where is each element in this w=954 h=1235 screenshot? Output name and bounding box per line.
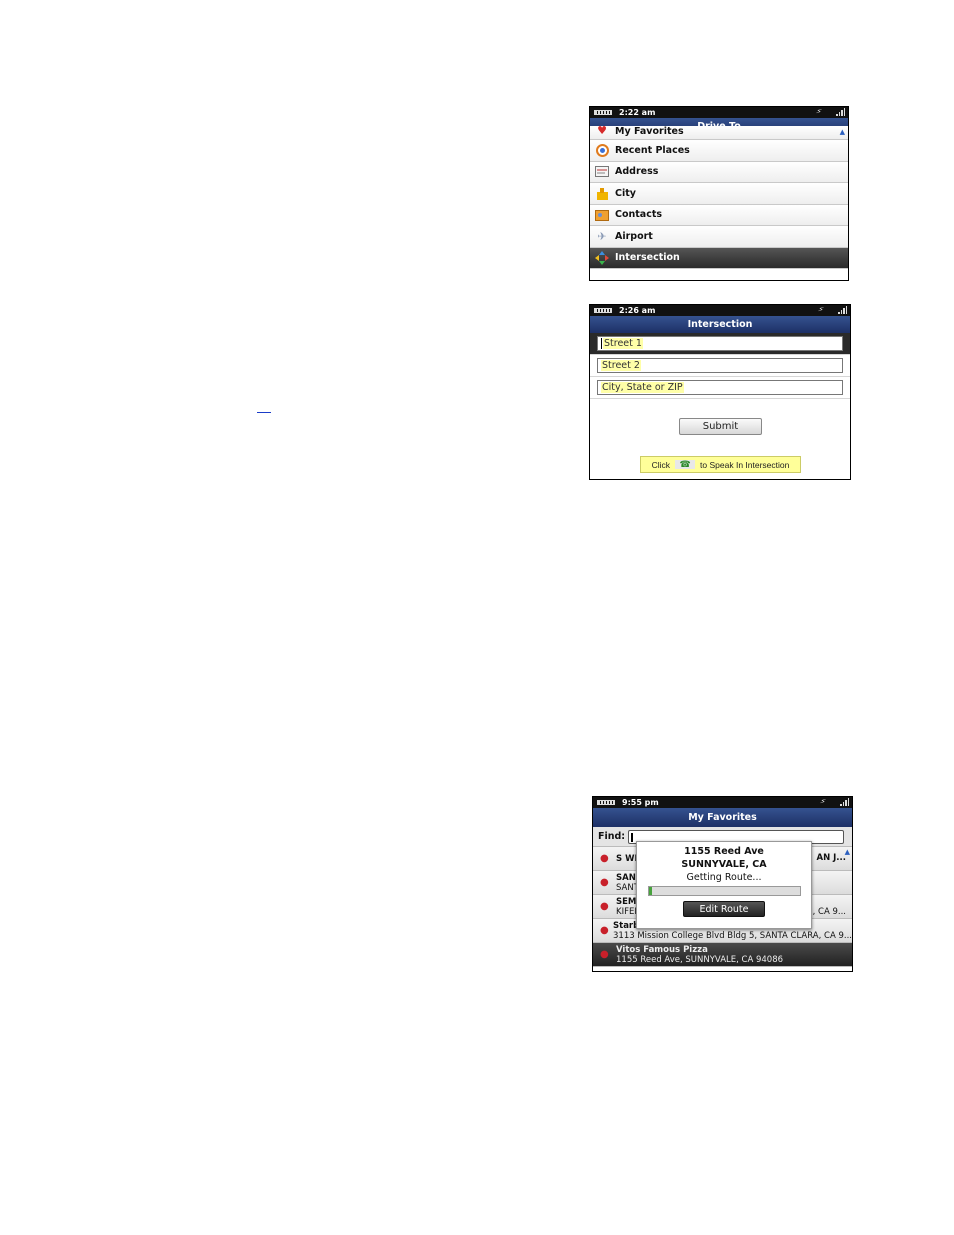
data-activity-icon: ⚡ [815, 106, 824, 117]
my-favorites-screenshot: 9:55 pm ⚡ My Favorites Find: ● S WI AN J… [592, 796, 853, 972]
menu-item-my-favorites[interactable]: ♥ My Favorites [590, 124, 848, 140]
page-title: My Favorites [593, 808, 852, 827]
battery-icon [594, 110, 612, 115]
street-2-row: Street 2 [590, 355, 850, 377]
page-title: Intersection [590, 316, 850, 333]
favorite-pin-icon: ● [600, 925, 609, 936]
contacts-icon [595, 208, 609, 221]
menu-item-contacts[interactable]: Contacts [590, 204, 848, 226]
signal-icon [838, 306, 847, 314]
status-bar: 2:26 am ⚡ [590, 305, 850, 316]
menu-item-recent-places[interactable]: Recent Places [590, 140, 848, 162]
edit-route-button[interactable]: Edit Route [683, 901, 765, 917]
status-bar: 9:55 pm ⚡ [593, 797, 852, 808]
drive-to-screenshot: 2:22 am ⚡ Drive To ♥ My Favorites ▲ Rece… [589, 106, 849, 281]
favorite-pin-icon: ● [600, 901, 609, 912]
dialog-city: SUNNYVALE, CA [681, 859, 767, 870]
footnote-link[interactable] [257, 404, 271, 413]
scroll-up-icon: ▲ [844, 848, 850, 856]
city-icon [595, 187, 609, 200]
scroll-up-icon: ▲ [839, 128, 845, 136]
intersection-icon [595, 250, 609, 265]
status-bar: 2:22 am ⚡ [590, 107, 848, 118]
status-time: 2:22 am [619, 108, 656, 117]
status-time: 9:55 pm [622, 798, 659, 807]
submit-button[interactable]: Submit [679, 418, 762, 435]
city-state-zip-input[interactable]: City, State or ZIP [597, 380, 843, 395]
favorite-row-selected[interactable]: ● Vitos Famous Pizza 1155 Reed Ave, SUNNY… [593, 943, 852, 967]
menu-item-airport[interactable]: ✈ Airport [590, 226, 848, 248]
intersection-screenshot: 2:26 am ⚡ Intersection Street 1 Street 2… [589, 304, 851, 480]
route-dialog: 1155 Reed Ave SUNNYVALE, CA Getting Rout… [636, 841, 812, 929]
city-state-zip-row: City, State or ZIP [590, 377, 850, 399]
status-time: 2:26 am [619, 306, 656, 315]
dialog-status: Getting Route... [686, 872, 762, 883]
menu-item-city[interactable]: City [590, 183, 848, 205]
street-2-input[interactable]: Street 2 [597, 358, 843, 373]
data-activity-icon: ⚡ [819, 796, 828, 807]
dialog-address: 1155 Reed Ave [684, 846, 764, 857]
speak-hint: Click ☎ to Speak In Intersection [640, 456, 801, 473]
street-1-input[interactable]: Street 1 [597, 336, 843, 351]
signal-icon [840, 798, 849, 806]
phone-call-icon: ☎ [675, 459, 696, 469]
favorite-pin-icon: ● [600, 877, 609, 888]
address-card-icon [595, 165, 609, 178]
battery-icon [594, 308, 612, 313]
text-cursor [601, 338, 602, 349]
recent-icon [595, 143, 609, 157]
route-progress-bar [647, 886, 801, 896]
battery-icon [597, 800, 615, 805]
signal-icon [836, 108, 845, 116]
favorite-pin-icon: ● [600, 949, 609, 960]
heart-icon: ♥ [597, 124, 607, 137]
menu-item-address[interactable]: Address [590, 161, 848, 183]
airplane-icon: ✈ [597, 229, 607, 243]
progress-fill [648, 887, 652, 895]
favorite-pin-icon: ● [600, 853, 609, 864]
data-activity-icon: ⚡ [817, 304, 826, 315]
street-1-row: Street 1 [590, 333, 850, 355]
menu-item-intersection[interactable]: Intersection [590, 247, 848, 269]
